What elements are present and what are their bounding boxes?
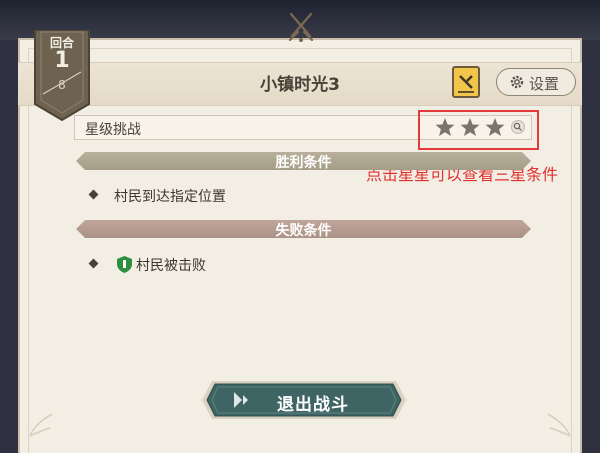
exit-battle-button[interactable]: 退出战斗 — [202, 381, 406, 419]
crossed-swords-icon — [288, 12, 314, 42]
book-button[interactable] — [452, 66, 480, 98]
game-screen: 小镇时光3 回合 1 8 设置 星级挑战 点击星星可以查看三星条件 胜利条件 村… — [0, 0, 600, 453]
corner-ornament-icon — [29, 413, 53, 437]
corner-ornament-icon — [547, 413, 571, 437]
win-conditions-title: 胜利条件 — [275, 155, 332, 171]
round-total: 8 — [58, 78, 66, 92]
lose-conditions-title: 失败条件 — [275, 223, 332, 239]
double-chevron-icon — [234, 392, 248, 408]
settings-label: 设置 — [529, 75, 560, 93]
round-current: 1 — [54, 48, 70, 73]
green-shield-icon — [117, 256, 132, 273]
win-condition-item: 村民到达指定位置 — [114, 189, 226, 205]
star-challenge-label: 星级挑战 — [85, 122, 141, 138]
round-badge: 回合 1 8 — [33, 30, 91, 122]
settings-button[interactable]: 设置 — [496, 68, 576, 96]
gear-icon — [510, 75, 524, 89]
book-icon — [458, 75, 474, 93]
lose-condition-item: 村民被击败 — [136, 258, 206, 274]
exit-battle-label: 退出战斗 — [277, 395, 349, 415]
star-highlight-box — [418, 110, 539, 150]
